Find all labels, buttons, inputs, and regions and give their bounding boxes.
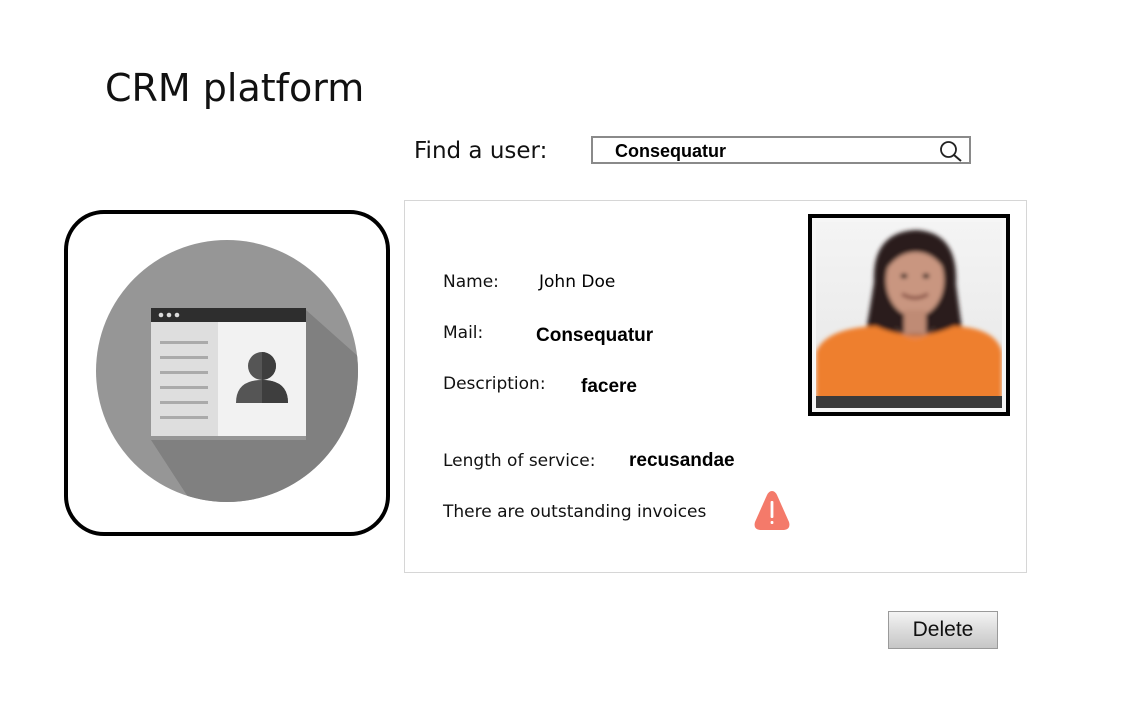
app-icon-frame: [64, 210, 390, 536]
mail-label: Mail:: [443, 323, 484, 343]
search-icon[interactable]: [939, 140, 963, 162]
description-value: facere: [581, 376, 637, 397]
search-input[interactable]: [615, 140, 935, 162]
page-title: CRM platform: [105, 66, 365, 110]
length-of-service-value: recusandae: [629, 450, 735, 471]
description-label: Description:: [443, 374, 546, 394]
search-box[interactable]: [591, 136, 971, 164]
find-user-label: Find a user:: [414, 138, 548, 164]
user-photo: [808, 214, 1010, 416]
mail-value: Consequatur: [536, 325, 654, 346]
contact-card-icon: [96, 240, 358, 502]
name-label: Name:: [443, 272, 499, 292]
outstanding-invoices-text: There are outstanding invoices: [443, 502, 707, 522]
delete-button[interactable]: Delete: [888, 611, 998, 649]
warning-icon: [754, 491, 790, 530]
user-details-panel: Name: John Doe Mail: Consequatur Descrip…: [404, 200, 1027, 573]
name-value: John Doe: [539, 272, 616, 292]
user-photo-image: [816, 222, 1002, 408]
length-of-service-label: Length of service:: [443, 451, 596, 471]
